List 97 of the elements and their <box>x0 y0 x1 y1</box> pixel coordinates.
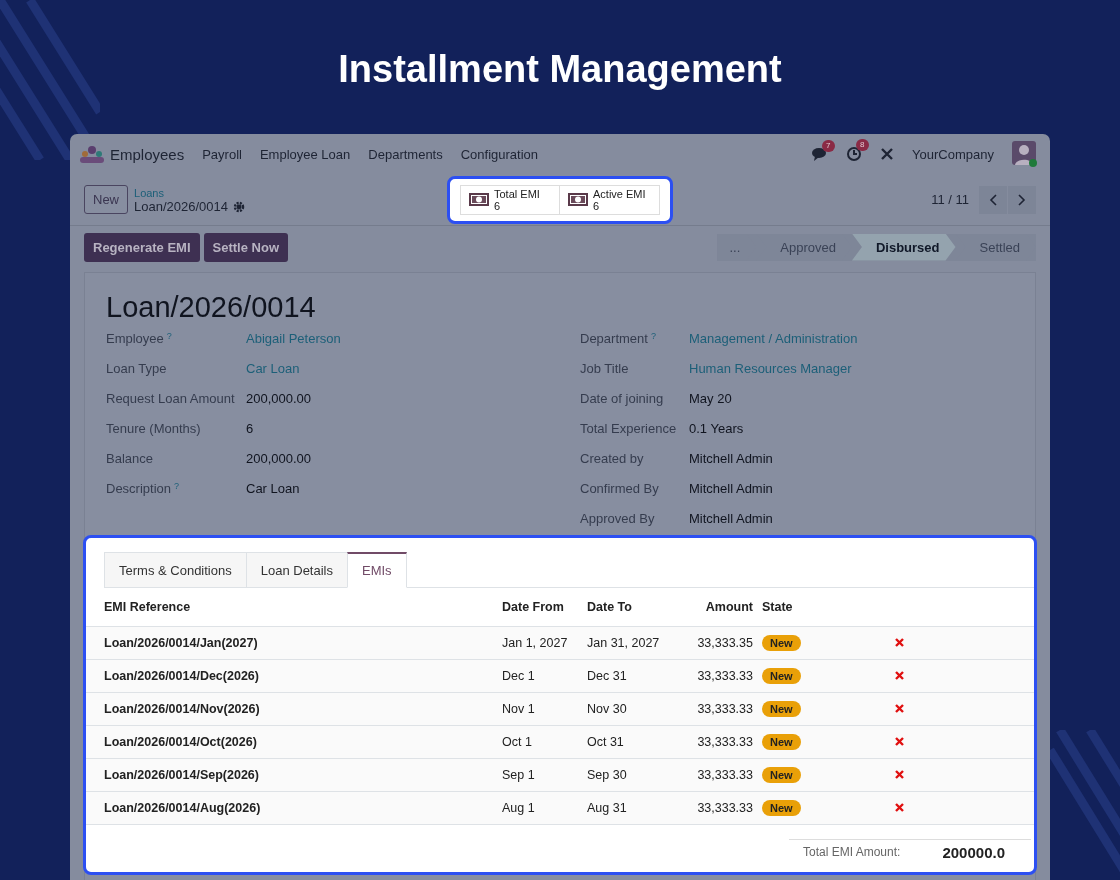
table-cell: Dec 1 <box>501 659 586 692</box>
company-name[interactable]: YourCompany <box>912 146 994 162</box>
table-cell: Loan/2026/0014/Sep(2026) <box>86 758 501 791</box>
state-badge: New <box>762 634 801 651</box>
menu-item[interactable]: Employee Loan <box>259 146 351 162</box>
status-step[interactable]: Disbursed <box>851 233 956 261</box>
table-cell: Aug 1 <box>501 791 586 824</box>
table-cell: 33,333.33 <box>671 692 754 725</box>
field-value: 200,000.00 <box>246 450 312 466</box>
tab[interactable]: Terms & Conditions <box>104 552 247 588</box>
table-cell: 33,333.33 <box>671 758 754 791</box>
table-cell: Sep 30 <box>586 758 671 791</box>
field-label: Description <box>106 480 172 496</box>
table-cell: 33,333.33 <box>671 725 754 758</box>
previous-button[interactable] <box>979 185 1007 214</box>
state-badge: New <box>762 667 801 684</box>
banknote-icon <box>469 193 489 206</box>
menu-item[interactable]: Configuration <box>460 146 539 162</box>
table-cell: Nov 30 <box>586 692 671 725</box>
field-label: Balance <box>106 450 153 466</box>
settings-icon[interactable] <box>233 200 245 213</box>
tab[interactable]: EMIs <box>347 552 407 588</box>
count-badge: 7 <box>822 140 835 152</box>
table-cell: 33,333.35 <box>671 626 754 659</box>
record-title: Loan/2026/0014 <box>105 290 317 323</box>
table-cell: Loan/2026/0014/Oct(2026) <box>86 725 501 758</box>
field-value: Mitchell Admin <box>689 450 773 466</box>
table-cell: 33,333.33 <box>671 659 754 692</box>
field-label: Date of joining <box>580 390 664 406</box>
state-badge: New <box>762 766 801 783</box>
field-label: Department <box>580 330 648 346</box>
delete-icon[interactable] <box>895 670 904 680</box>
table-cell: 33,333.33 <box>671 791 754 824</box>
next-button[interactable] <box>1008 185 1036 214</box>
column-header: State <box>754 588 894 626</box>
field-value: Mitchell Admin <box>689 510 773 526</box>
avatar-icon[interactable] <box>1012 141 1038 167</box>
column-header: EMI Reference <box>86 588 501 626</box>
field-value: May 20 <box>689 390 732 406</box>
action-button[interactable]: Settle Now <box>203 232 288 262</box>
table-cell: Jan 1, 2027 <box>501 626 586 659</box>
field-label: Created by <box>580 450 644 466</box>
total-value: 200000.0 <box>942 843 1005 861</box>
field-value: 0.1 Years <box>689 420 744 436</box>
menu-item[interactable]: Departments <box>368 146 443 162</box>
field-label: Loan Type <box>106 360 167 376</box>
clock-icon[interactable] <box>846 146 863 162</box>
new-button[interactable]: New <box>84 185 128 214</box>
state-badge: New <box>762 799 801 816</box>
table-cell: Sep 1 <box>501 758 586 791</box>
people-icon[interactable] <box>80 145 104 163</box>
table-cell: Loan/2026/0014/Dec(2026) <box>86 659 501 692</box>
field-value: 200,000.00 <box>246 390 312 406</box>
field-label: Confirmed By <box>580 480 659 496</box>
field-label: Employee <box>106 330 164 346</box>
table-cell: Aug 31 <box>586 791 671 824</box>
table-cell: Jan 31, 2027 <box>586 626 671 659</box>
field-label: Tenure (Months) <box>106 420 201 436</box>
table-cell: Loan/2026/0014/Aug(2026) <box>86 791 501 824</box>
table-cell: Loan/2026/0014/Nov(2026) <box>86 692 501 725</box>
column-header: Date To <box>586 588 671 626</box>
chat-icon[interactable] <box>812 147 829 161</box>
table-cell: Loan/2026/0014/Jan(2027) <box>86 626 501 659</box>
delete-icon[interactable] <box>895 769 904 779</box>
count-badge: 8 <box>856 139 869 151</box>
delete-icon[interactable] <box>895 802 904 812</box>
delete-icon[interactable] <box>895 637 904 647</box>
app-name[interactable]: Employees <box>110 145 185 163</box>
pager-text: 11 / 11 <box>931 192 969 207</box>
table-cell: Oct 1 <box>501 725 586 758</box>
total-label: Total EMI Amount: <box>802 845 901 859</box>
field-value: 6 <box>246 420 254 436</box>
chevron-left-icon <box>989 193 997 206</box>
column-header: Date From <box>501 588 586 626</box>
menu-item[interactable]: Payroll <box>202 146 242 162</box>
table-cell: Nov 1 <box>501 692 586 725</box>
table-cell: Oct 31 <box>586 725 671 758</box>
field-label: Total Experience <box>580 420 677 436</box>
state-badge: New <box>762 700 801 717</box>
column-header: Amount <box>671 588 754 626</box>
delete-icon[interactable] <box>895 703 904 713</box>
field-label: Request Loan Amount <box>106 390 235 406</box>
state-badge: New <box>762 733 801 750</box>
field-label: Approved By <box>580 510 655 526</box>
banknote-icon <box>568 193 588 206</box>
delete-icon[interactable] <box>895 736 904 746</box>
tab[interactable]: Loan Details <box>245 552 348 588</box>
smart-button[interactable]: Active EMI 6 <box>560 184 660 215</box>
record-name: Loan/2026/0014 <box>134 199 228 214</box>
field-label: Job Title <box>580 360 629 376</box>
smart-button[interactable]: Total EMI 6 <box>460 184 560 215</box>
action-button[interactable]: Regenerate EMI <box>84 232 200 262</box>
chevron-right-icon <box>1018 193 1026 206</box>
field-value: Car Loan <box>246 480 300 496</box>
table-cell: Dec 31 <box>586 659 671 692</box>
field-value: Mitchell Admin <box>689 480 773 496</box>
page-title: Installment Management <box>338 48 782 92</box>
